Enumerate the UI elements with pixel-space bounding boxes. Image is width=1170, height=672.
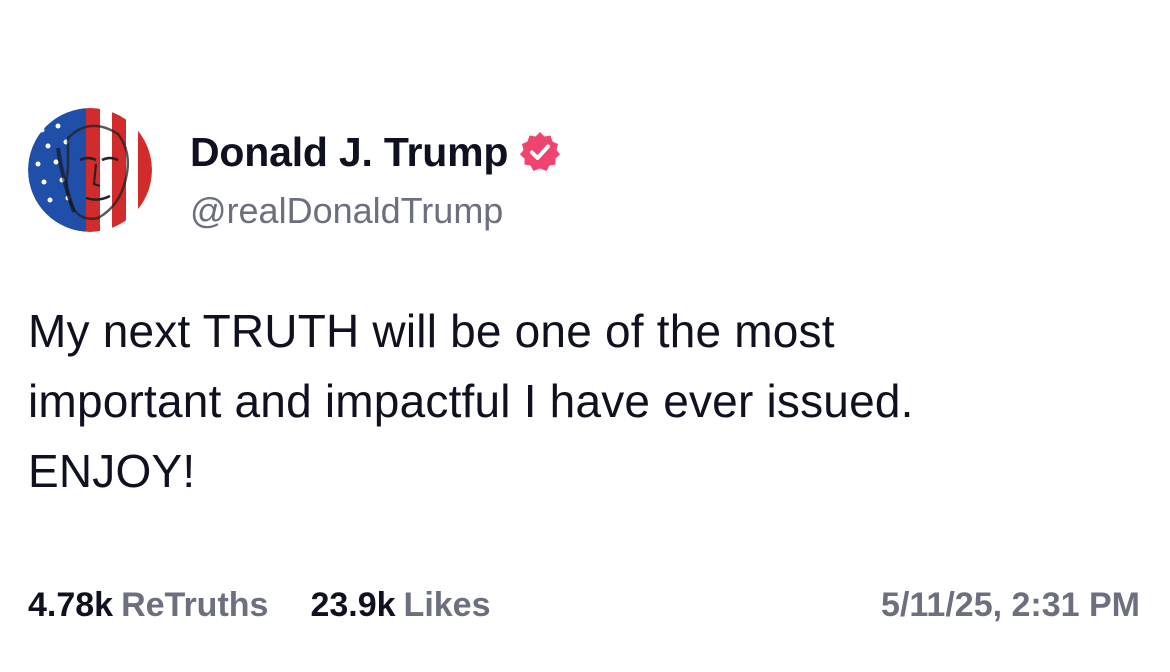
likes-stat[interactable]: 23.9k Likes xyxy=(310,586,490,625)
retruths-count: 4.78k xyxy=(28,585,114,624)
avatar[interactable] xyxy=(28,108,152,232)
post-line: My next TRUTH will be one of the most xyxy=(28,305,835,357)
post-card: Donald J. Trump @realDonaldTrump My next… xyxy=(0,0,1170,672)
author-handle[interactable]: @realDonaldTrump xyxy=(190,190,503,232)
retruths-label: ReTruths xyxy=(121,585,269,624)
post-body: My next TRUTH will be one of the most im… xyxy=(28,296,1148,506)
engagement-stats: 4.78k ReTruths 23.9k Likes xyxy=(28,580,533,630)
likes-label: Likes xyxy=(403,585,491,624)
author-name-row: Donald J. Trump xyxy=(190,124,562,180)
likes-count: 23.9k xyxy=(310,585,396,624)
post-line: ENJOY! xyxy=(28,445,196,497)
retruths-stat[interactable]: 4.78k ReTruths xyxy=(28,586,268,625)
post-line: important and impactful I have ever issu… xyxy=(28,375,914,427)
author-display-name[interactable]: Donald J. Trump xyxy=(190,129,508,176)
avatar-image xyxy=(28,108,152,232)
verified-badge-icon xyxy=(518,130,562,174)
post-timestamp[interactable]: 5/11/25, 2:31 PM xyxy=(881,580,1140,630)
